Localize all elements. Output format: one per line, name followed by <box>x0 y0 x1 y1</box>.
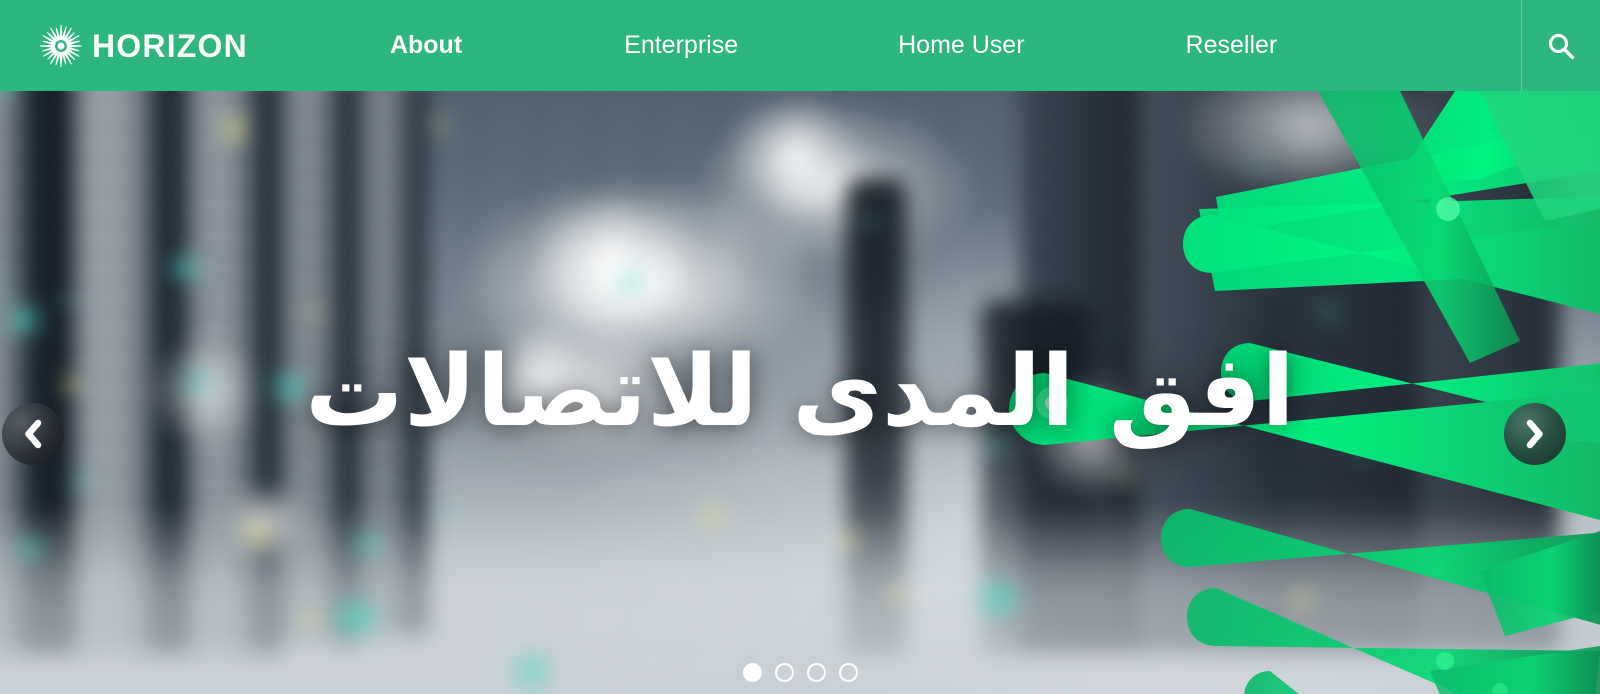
led-light <box>300 611 322 627</box>
site-header: HORIZON About Enterprise Home User Resel… <box>0 0 1600 91</box>
led-light <box>865 216 879 226</box>
header-right-group <box>1521 0 1600 91</box>
led-light <box>985 436 1007 452</box>
led-light <box>1395 233 1415 248</box>
led-light <box>307 306 325 319</box>
search-icon <box>1548 33 1575 59</box>
search-button[interactable] <box>1522 0 1600 91</box>
led-light <box>325 596 385 640</box>
brand-name: HORIZON <box>92 27 248 64</box>
page-root: HORIZON About Enterprise Home User Resel… <box>0 0 1600 694</box>
led-light <box>1250 161 1264 171</box>
led-light <box>68 471 90 487</box>
led-light <box>838 531 862 549</box>
main-nav: About Enterprise Home User Reseller <box>390 0 1277 91</box>
hero-background-image <box>0 91 1600 694</box>
carousel-next-button[interactable] <box>1504 403 1566 465</box>
led-light <box>1290 591 1314 609</box>
carousel-dot-4[interactable] <box>838 662 858 682</box>
led-light <box>240 521 274 547</box>
nav-item-reseller[interactable]: Reseller <box>1186 0 1278 91</box>
led-light <box>430 119 448 132</box>
nav-item-enterprise[interactable]: Enterprise <box>624 0 738 91</box>
led-light <box>440 506 456 518</box>
led-light <box>970 576 1026 620</box>
led-light <box>1118 469 1136 482</box>
led-light <box>15 536 47 562</box>
led-light <box>1320 306 1338 319</box>
led-light <box>180 369 214 395</box>
brand-logo[interactable]: HORIZON <box>38 0 248 91</box>
carousel-prev-button[interactable] <box>2 403 64 465</box>
chevron-right-icon <box>1526 419 1543 449</box>
led-light <box>350 531 384 557</box>
led-light <box>700 506 726 526</box>
nav-item-about[interactable]: About <box>390 0 462 91</box>
hero-carousel: افق المدى للاتصالات <box>0 91 1600 694</box>
carousel-dots <box>0 650 1600 694</box>
carousel-dot-1[interactable] <box>742 662 762 682</box>
starburst-icon <box>39 24 82 67</box>
led-light <box>268 371 310 404</box>
led-light <box>170 256 204 281</box>
led-light <box>1353 436 1375 452</box>
carousel-dot-2[interactable] <box>774 662 794 682</box>
carousel-dot-3[interactable] <box>806 662 826 682</box>
led-light <box>60 296 74 305</box>
chevron-left-icon <box>25 419 42 449</box>
led-light <box>60 376 82 392</box>
nav-item-home-user[interactable]: Home User <box>898 0 1024 91</box>
led-light <box>885 586 907 602</box>
led-light <box>615 271 645 293</box>
led-light <box>218 116 252 142</box>
led-light <box>4 304 44 336</box>
